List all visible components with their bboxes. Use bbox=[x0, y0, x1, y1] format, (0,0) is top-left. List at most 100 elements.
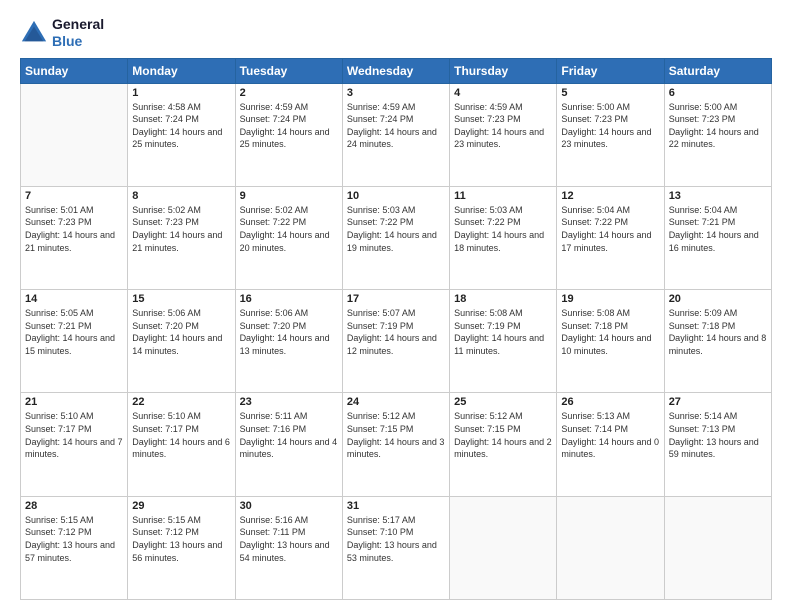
day-number: 22 bbox=[132, 396, 230, 408]
day-number: 10 bbox=[347, 190, 445, 202]
table-row: 16Sunrise: 5:06 AMSunset: 7:20 PMDayligh… bbox=[235, 290, 342, 393]
calendar-week-row: 1 Sunrise: 4:58 AMSunset: 7:24 PMDaylight… bbox=[21, 83, 772, 186]
day-number: 21 bbox=[25, 396, 123, 408]
table-row: 30 Sunrise: 5:16 AMSunset: 7:11 PMDayligh… bbox=[235, 496, 342, 599]
page: General Blue Sunday Monday Tuesday Wedne… bbox=[0, 0, 792, 612]
day-number: 4 bbox=[454, 87, 552, 99]
day-number: 19 bbox=[561, 293, 659, 305]
calendar-week-row: 21 Sunrise: 5:10 AMSunset: 7:17 PMDayligh… bbox=[21, 393, 772, 496]
table-row: 24Sunrise: 5:12 AMSunset: 7:15 PMDayligh… bbox=[342, 393, 449, 496]
table-row: 22 Sunrise: 5:10 AMSunset: 7:17 PMDayligh… bbox=[128, 393, 235, 496]
day-info: Sunrise: 5:03 AMSunset: 7:22 PMDaylight:… bbox=[454, 204, 552, 254]
calendar-week-row: 14 Sunrise: 5:05 AMSunset: 7:21 PMDayligh… bbox=[21, 290, 772, 393]
table-row: 19 Sunrise: 5:08 AMSunset: 7:18 PMDayligh… bbox=[557, 290, 664, 393]
day-info: Sunrise: 5:05 AMSunset: 7:21 PMDaylight:… bbox=[25, 307, 123, 357]
table-row: 6 Sunrise: 5:00 AMSunset: 7:23 PMDaylight… bbox=[664, 83, 771, 186]
table-row bbox=[450, 496, 557, 599]
day-number: 18 bbox=[454, 293, 552, 305]
day-info: Sunrise: 4:59 AMSunset: 7:24 PMDaylight:… bbox=[240, 101, 338, 151]
table-row: 2 Sunrise: 4:59 AMSunset: 7:24 PMDaylight… bbox=[235, 83, 342, 186]
day-number: 14 bbox=[25, 293, 123, 305]
table-row: 15 Sunrise: 5:06 AMSunset: 7:20 PMDayligh… bbox=[128, 290, 235, 393]
day-info: Sunrise: 5:04 AMSunset: 7:21 PMDaylight:… bbox=[669, 204, 767, 254]
day-number: 13 bbox=[669, 190, 767, 202]
day-info: Sunrise: 5:08 AMSunset: 7:19 PMDaylight:… bbox=[454, 307, 552, 357]
day-info: Sunrise: 5:04 AMSunset: 7:22 PMDaylight:… bbox=[561, 204, 659, 254]
calendar-table: Sunday Monday Tuesday Wednesday Thursday… bbox=[20, 58, 772, 600]
day-info: Sunrise: 5:03 AMSunset: 7:22 PMDaylight:… bbox=[347, 204, 445, 254]
day-number: 7 bbox=[25, 190, 123, 202]
day-number: 29 bbox=[132, 500, 230, 512]
day-number: 1 bbox=[132, 87, 230, 99]
day-info: Sunrise: 4:59 AMSunset: 7:24 PMDaylight:… bbox=[347, 101, 445, 151]
day-number: 28 bbox=[25, 500, 123, 512]
day-info: Sunrise: 5:12 AMSunset: 7:15 PMDaylight:… bbox=[347, 410, 445, 460]
calendar-week-row: 7 Sunrise: 5:01 AMSunset: 7:23 PMDaylight… bbox=[21, 186, 772, 289]
table-row: 21Sunrise: 5:10 AMSunset: 7:17 PMDayligh… bbox=[21, 393, 128, 496]
day-number: 25 bbox=[454, 396, 552, 408]
day-info: Sunrise: 5:16 AMSunset: 7:11 PMDaylight:… bbox=[240, 514, 338, 564]
logo-icon bbox=[20, 19, 48, 47]
day-number: 26 bbox=[561, 396, 659, 408]
table-row: 4 Sunrise: 4:59 AMSunset: 7:23 PMDaylight… bbox=[450, 83, 557, 186]
table-row: 20 Sunrise: 5:09 AMSunset: 7:18 PMDayligh… bbox=[664, 290, 771, 393]
day-info: Sunrise: 4:58 AMSunset: 7:24 PMDaylight:… bbox=[132, 101, 230, 151]
table-row: 31Sunrise: 5:17 AMSunset: 7:10 PMDayligh… bbox=[342, 496, 449, 599]
day-number: 3 bbox=[347, 87, 445, 99]
day-info: Sunrise: 5:02 AMSunset: 7:23 PMDaylight:… bbox=[132, 204, 230, 254]
day-info: Sunrise: 5:15 AMSunset: 7:12 PMDaylight:… bbox=[132, 514, 230, 564]
day-number: 31 bbox=[347, 500, 445, 512]
day-number: 23 bbox=[240, 396, 338, 408]
col-saturday: Saturday bbox=[664, 58, 771, 83]
day-info: Sunrise: 5:06 AMSunset: 7:20 PMDaylight:… bbox=[240, 307, 338, 357]
day-info: Sunrise: 5:07 AMSunset: 7:19 PMDaylight:… bbox=[347, 307, 445, 357]
day-info: Sunrise: 5:14 AMSunset: 7:13 PMDaylight:… bbox=[669, 410, 767, 460]
day-info: Sunrise: 5:10 AMSunset: 7:17 PMDaylight:… bbox=[132, 410, 230, 460]
table-row: 14 Sunrise: 5:05 AMSunset: 7:21 PMDayligh… bbox=[21, 290, 128, 393]
day-info: Sunrise: 4:59 AMSunset: 7:23 PMDaylight:… bbox=[454, 101, 552, 151]
table-row: 12Sunrise: 5:04 AMSunset: 7:22 PMDayligh… bbox=[557, 186, 664, 289]
table-row: 23Sunrise: 5:11 AMSunset: 7:16 PMDayligh… bbox=[235, 393, 342, 496]
day-number: 2 bbox=[240, 87, 338, 99]
day-info: Sunrise: 5:02 AMSunset: 7:22 PMDaylight:… bbox=[240, 204, 338, 254]
logo-text: General Blue bbox=[52, 16, 104, 50]
table-row bbox=[664, 496, 771, 599]
col-monday: Monday bbox=[128, 58, 235, 83]
calendar-week-row: 28 Sunrise: 5:15 AMSunset: 7:12 PMDayligh… bbox=[21, 496, 772, 599]
table-row: 8 Sunrise: 5:02 AMSunset: 7:23 PMDaylight… bbox=[128, 186, 235, 289]
table-row: 29 Sunrise: 5:15 AMSunset: 7:12 PMDayligh… bbox=[128, 496, 235, 599]
col-tuesday: Tuesday bbox=[235, 58, 342, 83]
day-info: Sunrise: 5:12 AMSunset: 7:15 PMDaylight:… bbox=[454, 410, 552, 460]
table-row bbox=[21, 83, 128, 186]
table-row: 3 Sunrise: 4:59 AMSunset: 7:24 PMDaylight… bbox=[342, 83, 449, 186]
calendar-header-row: Sunday Monday Tuesday Wednesday Thursday… bbox=[21, 58, 772, 83]
table-row: 18 Sunrise: 5:08 AMSunset: 7:19 PMDayligh… bbox=[450, 290, 557, 393]
day-number: 30 bbox=[240, 500, 338, 512]
table-row: 5Sunrise: 5:00 AMSunset: 7:23 PMDaylight… bbox=[557, 83, 664, 186]
day-number: 6 bbox=[669, 87, 767, 99]
col-wednesday: Wednesday bbox=[342, 58, 449, 83]
table-row: 11Sunrise: 5:03 AMSunset: 7:22 PMDayligh… bbox=[450, 186, 557, 289]
day-info: Sunrise: 5:01 AMSunset: 7:23 PMDaylight:… bbox=[25, 204, 123, 254]
table-row: 26 Sunrise: 5:13 AMSunset: 7:14 PMDayligh… bbox=[557, 393, 664, 496]
col-thursday: Thursday bbox=[450, 58, 557, 83]
col-friday: Friday bbox=[557, 58, 664, 83]
day-info: Sunrise: 5:15 AMSunset: 7:12 PMDaylight:… bbox=[25, 514, 123, 564]
table-row: 1 Sunrise: 4:58 AMSunset: 7:24 PMDaylight… bbox=[128, 83, 235, 186]
table-row: 7 Sunrise: 5:01 AMSunset: 7:23 PMDaylight… bbox=[21, 186, 128, 289]
col-sunday: Sunday bbox=[21, 58, 128, 83]
day-number: 27 bbox=[669, 396, 767, 408]
logo: General Blue bbox=[20, 16, 104, 50]
day-info: Sunrise: 5:09 AMSunset: 7:18 PMDaylight:… bbox=[669, 307, 767, 357]
table-row: 27 Sunrise: 5:14 AMSunset: 7:13 PMDayligh… bbox=[664, 393, 771, 496]
day-info: Sunrise: 5:13 AMSunset: 7:14 PMDaylight:… bbox=[561, 410, 659, 460]
day-number: 8 bbox=[132, 190, 230, 202]
day-number: 15 bbox=[132, 293, 230, 305]
table-row bbox=[557, 496, 664, 599]
day-info: Sunrise: 5:08 AMSunset: 7:18 PMDaylight:… bbox=[561, 307, 659, 357]
day-number: 20 bbox=[669, 293, 767, 305]
table-row: 9Sunrise: 5:02 AMSunset: 7:22 PMDaylight… bbox=[235, 186, 342, 289]
table-row: 28 Sunrise: 5:15 AMSunset: 7:12 PMDayligh… bbox=[21, 496, 128, 599]
day-info: Sunrise: 5:06 AMSunset: 7:20 PMDaylight:… bbox=[132, 307, 230, 357]
day-info: Sunrise: 5:00 AMSunset: 7:23 PMDaylight:… bbox=[669, 101, 767, 151]
